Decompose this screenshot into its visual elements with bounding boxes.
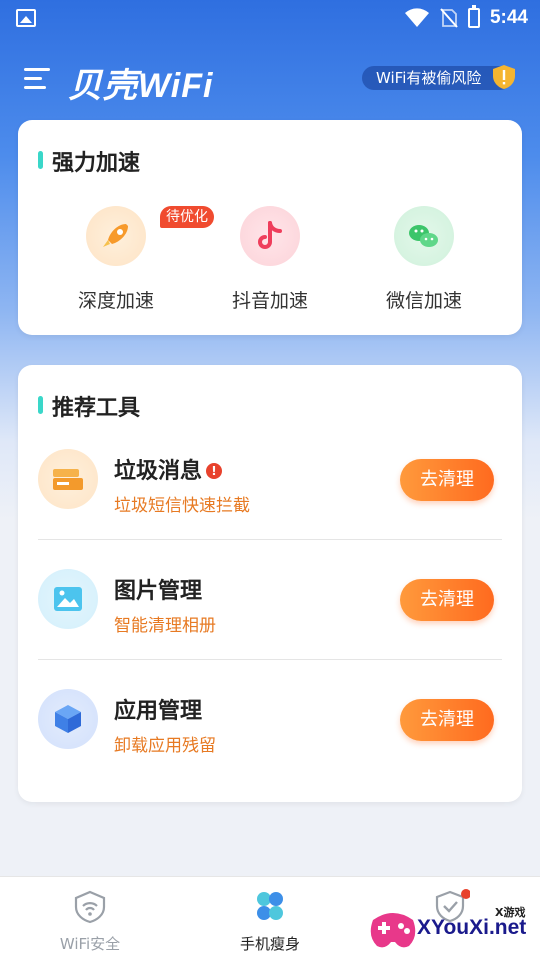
tool-row-junk-message[interactable]: 垃圾消息! 垃圾短信快速拦截 去清理 (38, 435, 502, 535)
nav-tab-wifi-security[interactable]: WiFi安全 (30, 889, 150, 954)
wifi-risk-pill[interactable]: WiFi有被偷风险 (362, 65, 515, 90)
boost-card: 强力加速 深度加速 待优化 抖音加速 微信加速 (18, 120, 522, 335)
clean-button-junk-message[interactable]: 去清理 (400, 459, 494, 501)
app-cube-icon (38, 689, 98, 749)
warning-shield-icon (493, 65, 515, 89)
title-accent-bar (38, 151, 43, 169)
pending-optimize-badge: 待优化 (160, 206, 214, 228)
wifi-signal-icon (404, 8, 429, 27)
no-sim-icon (440, 8, 458, 28)
tool-desc-image-manage: 智能清理相册 (114, 616, 216, 636)
rocket-icon (86, 206, 146, 266)
title-accent-bar (38, 396, 43, 414)
boost-label-douyin: 抖音加速 (231, 290, 308, 312)
nav-tab-phone-slim[interactable]: 手机瘦身 (210, 889, 330, 954)
wifi-icon (74, 890, 106, 924)
boost-label-wechat: 微信加速 (385, 290, 462, 312)
battery-icon (467, 5, 480, 28)
watermark-text: XYouXi.net (417, 916, 527, 939)
boost-label-deep: 深度加速 (77, 290, 154, 312)
tool-row-image-manage[interactable]: 图片管理 智能清理相册 去清理 (38, 555, 502, 655)
tool-name-image-manage: 图片管理 (114, 579, 203, 604)
boost-item-wechat[interactable]: 微信加速 (364, 206, 484, 313)
wechat-icon (394, 206, 454, 266)
tiktok-icon (240, 206, 300, 266)
status-time: 5:44 (489, 7, 528, 28)
nav-label-phone-slim: 手机瘦身 (239, 935, 300, 953)
clover-icon (257, 892, 283, 920)
divider (38, 659, 502, 660)
divider (38, 539, 502, 540)
boost-card-title: 强力加速 (52, 151, 141, 176)
status-bar: 5:44 (0, 0, 540, 36)
watermark-logo: X游戏 XYouXi.net (365, 890, 540, 960)
tools-card: 推荐工具 垃圾消息! 垃圾短信快速拦截 去清理 图片管理 智能清理相册 去清理 (18, 365, 522, 802)
tool-desc-app-manage: 卸载应用残留 (114, 736, 216, 756)
tool-row-app-manage[interactable]: 应用管理 卸载应用残留 去清理 (38, 675, 502, 775)
alert-badge: ! (206, 463, 223, 479)
trash-message-icon (38, 449, 98, 509)
boost-item-douyin[interactable]: 抖音加速 (210, 206, 330, 313)
clean-button-app-manage[interactable]: 去清理 (400, 699, 494, 741)
tool-name-junk-message: 垃圾消息! (114, 453, 223, 485)
tools-card-title: 推荐工具 (52, 396, 141, 421)
gallery-notification-icon (16, 9, 36, 27)
clean-button-image-manage[interactable]: 去清理 (400, 579, 494, 621)
menu-icon[interactable] (24, 68, 50, 90)
gamepad-logo-icon (370, 913, 416, 948)
image-icon (38, 569, 98, 629)
nav-label-wifi-security: WiFi安全 (59, 935, 121, 953)
wifi-risk-label: WiFi有被偷风险 (376, 69, 482, 87)
app-logo: 贝壳WiFi (68, 67, 214, 105)
tool-name-app-manage: 应用管理 (114, 699, 203, 724)
boost-item-deep[interactable]: 深度加速 (56, 206, 176, 313)
tool-desc-junk-message: 垃圾短信快速拦截 (114, 496, 250, 516)
